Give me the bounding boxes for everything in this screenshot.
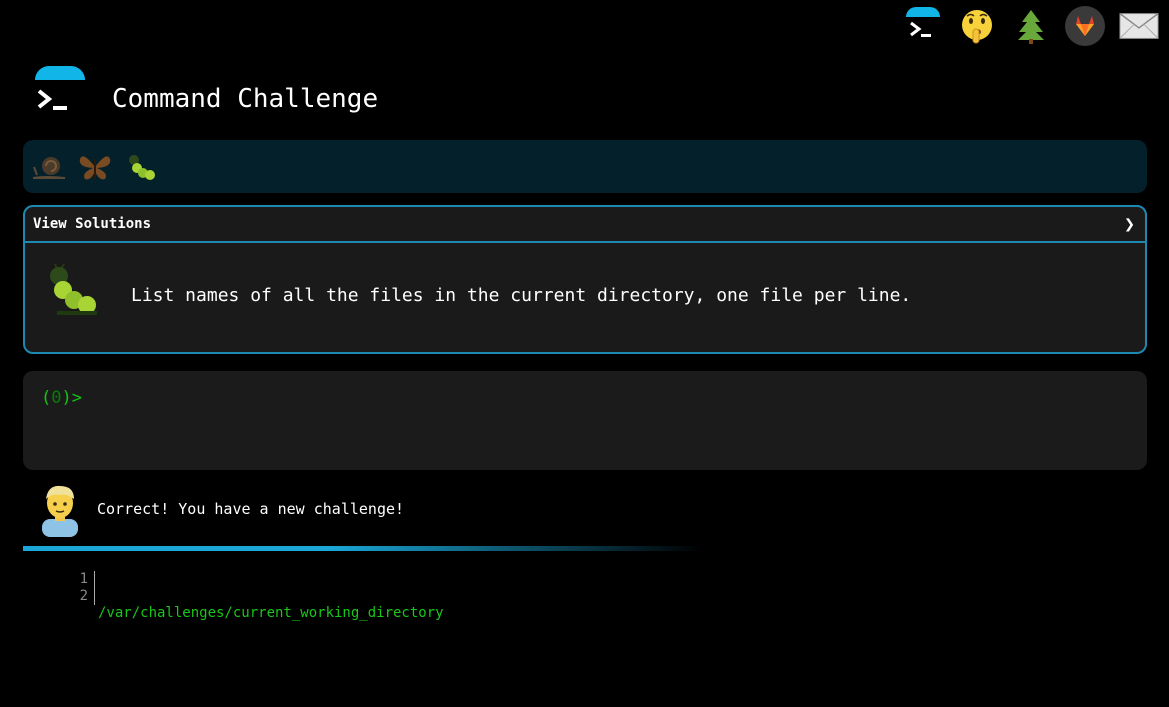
challenge-task-text: List names of all the files in the curre…: [131, 285, 912, 306]
view-solutions-header[interactable]: View Solutions ❯: [25, 207, 1145, 243]
challenge-card: View Solutions ❯ List names of all the f…: [23, 205, 1147, 354]
line-number: 1: [79, 571, 88, 587]
progress-bar: [23, 546, 703, 551]
line-number: 2: [79, 588, 88, 604]
terminal-input[interactable]: [91, 387, 996, 409]
challenge-body: List names of all the files in the curre…: [25, 243, 1145, 351]
code-line: /var/challenges/current_working_director…: [98, 605, 444, 621]
gitlab-icon[interactable]: [1065, 6, 1105, 46]
butterfly-icon[interactable]: [77, 149, 113, 185]
page-title: Command Challenge: [112, 84, 379, 114]
top-nav: [903, 6, 1159, 46]
view-solutions-label: View Solutions: [33, 216, 152, 232]
level-bar: [23, 140, 1147, 193]
feedback-message: Correct! You have a new challenge!: [97, 500, 405, 518]
chevron-right-icon[interactable]: ❯: [1124, 214, 1135, 235]
terminal-logo-icon[interactable]: [903, 6, 943, 46]
prompt-count: 0: [51, 388, 62, 408]
shushing-face-icon[interactable]: [957, 6, 997, 46]
caterpillar-icon: [43, 263, 103, 323]
snail-icon[interactable]: [31, 149, 67, 185]
terminal[interactable]: (0)>: [23, 371, 1147, 470]
feedback: Correct! You have a new challenge!: [36, 483, 736, 539]
code-lines: /var/challenges/current_working_director…: [98, 571, 444, 707]
person-blond-icon: [36, 483, 84, 537]
line-gutter: 1 2: [60, 571, 95, 605]
envelope-icon[interactable]: [1119, 6, 1159, 46]
app-logo-icon[interactable]: [32, 66, 88, 122]
terminal-prompt: (0)>: [41, 388, 82, 408]
caterpillar-icon[interactable]: [123, 149, 159, 185]
header: Command Challenge: [32, 66, 532, 136]
evergreen-tree-icon[interactable]: [1011, 6, 1051, 46]
